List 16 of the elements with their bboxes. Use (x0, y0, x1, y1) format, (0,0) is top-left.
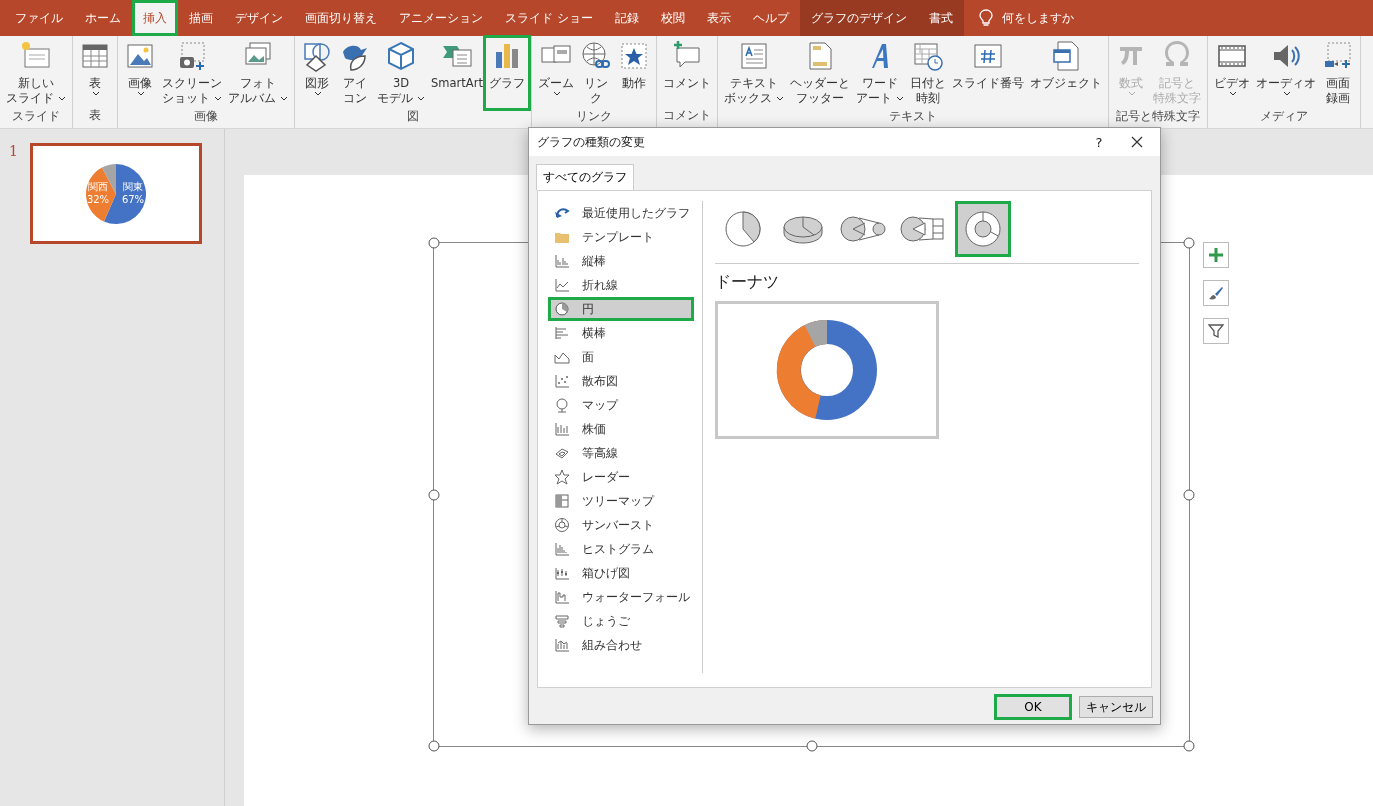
ribbon-group-label: コメント (662, 107, 711, 124)
slice-label: 関西 (87, 180, 108, 192)
ribbon-group-label: 表 (89, 107, 101, 124)
slice-percent: 67% (121, 193, 145, 205)
chart-subtype-title: ドーナツ (715, 272, 779, 293)
slice-label: 関東 (122, 180, 143, 192)
ribbon-group-label: スライド (12, 108, 60, 125)
ribbon-group-label: 図 (406, 108, 419, 125)
ribbon-group-label: テキスト (888, 108, 937, 125)
ribbon-group-label: 画像 (194, 108, 218, 125)
ribbon-group-label: 記号と特殊文字 (1115, 108, 1200, 125)
slide-number: 1 (8, 143, 18, 159)
dialog-title: グラフの種類の変更 (537, 133, 645, 151)
ribbon-group-label: メディア (1259, 108, 1308, 125)
slice-percent: 32% (86, 193, 110, 205)
ribbon-group-label: リンク (575, 108, 612, 125)
